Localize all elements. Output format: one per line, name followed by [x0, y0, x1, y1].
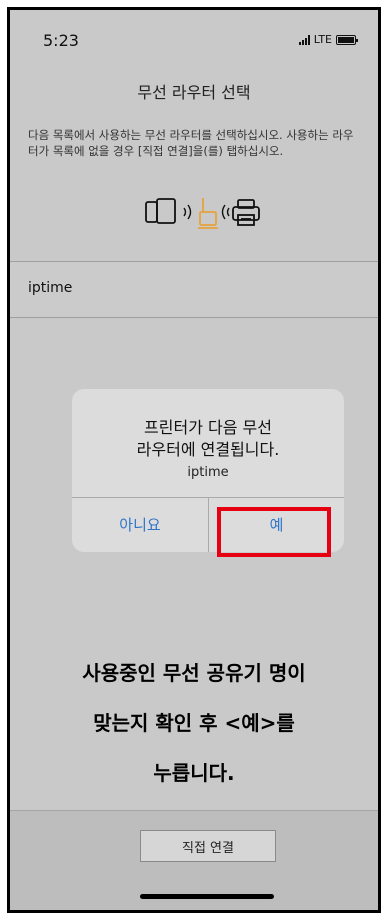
- dialog-router-name: iptime: [187, 465, 229, 480]
- dialog-title: 프린터가 다음 무선 라우터에 연결됩니다.: [72, 417, 344, 461]
- no-button[interactable]: 아니요: [72, 497, 208, 552]
- page-description: 다음 목록에서 사용하는 무선 라우터를 선택하십시오. 사용하는 라우터가 목…: [28, 128, 354, 158]
- connection-illustration: [10, 194, 378, 234]
- smartphone-icon: [145, 198, 176, 224]
- dialog-title-line1: 프린터가 다음 무선: [144, 418, 272, 437]
- list-item-router[interactable]: iptime: [10, 262, 378, 318]
- printer-icon: [232, 199, 260, 226]
- router-icon: [198, 198, 218, 229]
- instruction-text: 사용중인 무선 공유기 명이 맞는지 확인 후 <예>를 누릅니다.: [10, 648, 378, 798]
- page-title: 무선 라우터 선택: [137, 83, 251, 102]
- instruction-line2: 맞는지 확인 후 <예>를: [93, 711, 295, 735]
- direct-connect-button[interactable]: 직접 연결: [140, 830, 276, 862]
- bottom-divider: [10, 810, 378, 811]
- wifi-waves-icon: [183, 204, 192, 220]
- bottom-bar: 직접 연결: [10, 810, 378, 910]
- router-name: iptime: [28, 280, 73, 296]
- status-bar: 5:23 LTE: [10, 10, 378, 70]
- battery-icon: [336, 34, 358, 45]
- status-icons: LTE: [298, 33, 358, 46]
- network-label: LTE: [313, 33, 332, 46]
- instruction-line1: 사용중인 무선 공유기 명이: [82, 661, 306, 685]
- phone-screen: 5:23 LTE 무선 라우터 선택 다음 목록에서 사용하는 무선 라우터를 …: [7, 7, 381, 913]
- status-time: 5:23: [43, 31, 79, 50]
- dialog-title-line2: 라우터에 연결됩니다.: [136, 440, 280, 459]
- instruction-line3: 누릅니다.: [153, 761, 235, 785]
- wifi-waves-icon: [221, 204, 230, 220]
- home-indicator[interactable]: [140, 894, 274, 899]
- yes-highlight-box: [217, 507, 331, 557]
- list-divider: [10, 317, 378, 318]
- signal-icon: [298, 34, 310, 45]
